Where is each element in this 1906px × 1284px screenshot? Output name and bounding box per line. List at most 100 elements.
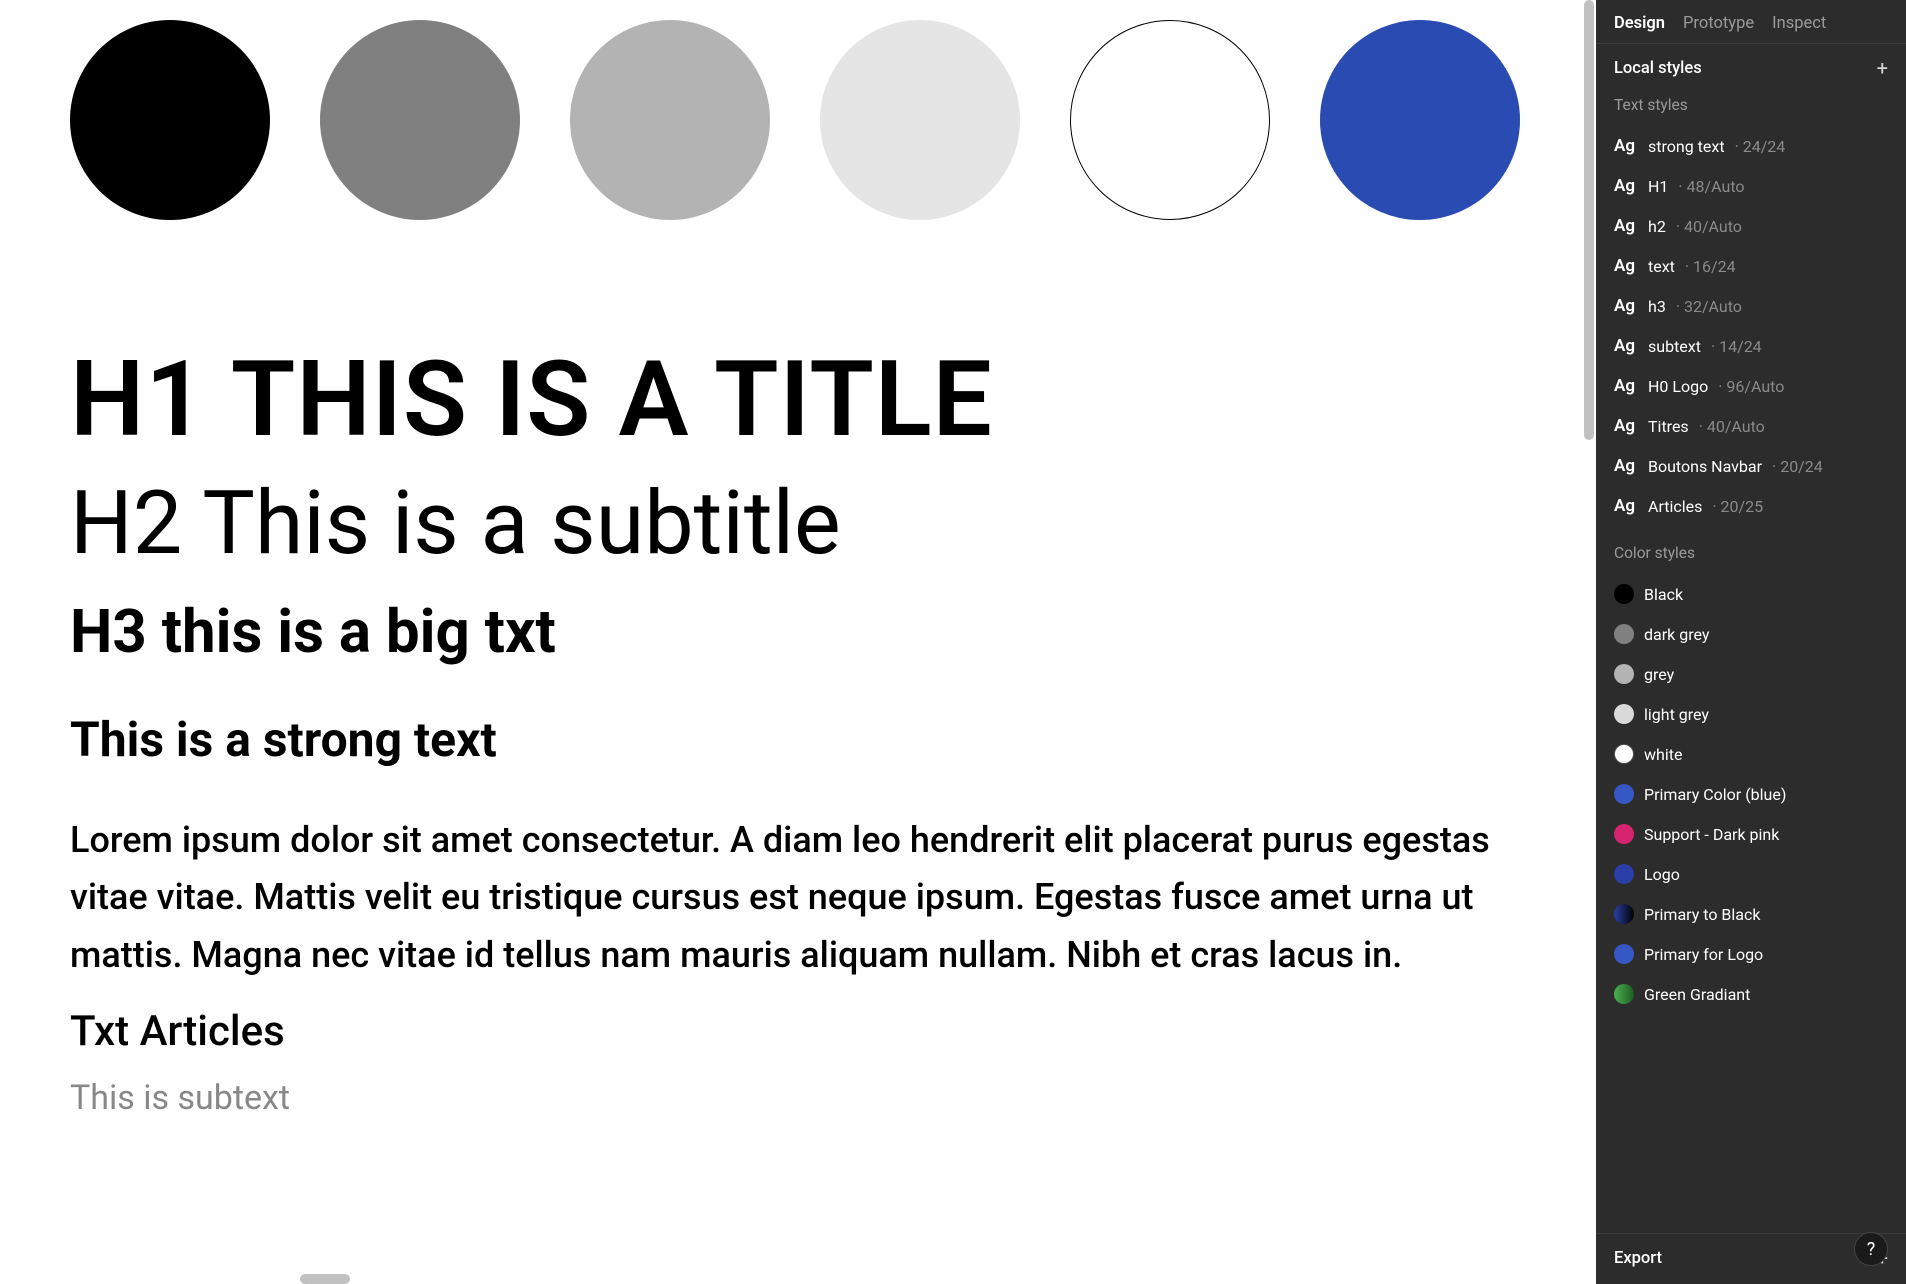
color-style-swatch <box>1614 584 1634 604</box>
text-style-row[interactable]: Ag h2 · 40/Auto <box>1614 206 1888 246</box>
text-style-meta: · 32/Auto <box>1676 297 1742 316</box>
color-style-name: white <box>1644 745 1682 764</box>
text-style-icon: Ag <box>1614 376 1638 396</box>
color-style-name: Black <box>1644 585 1683 604</box>
text-style-name: subtext <box>1648 337 1701 356</box>
text-style-name: h2 <box>1648 217 1666 236</box>
color-swatch-0[interactable] <box>70 20 270 220</box>
text-style-meta: · 24/24 <box>1735 137 1786 156</box>
text-style-meta: · 16/24 <box>1685 257 1736 276</box>
text-style-icon: Ag <box>1614 136 1638 156</box>
text-style-row[interactable]: Ag Boutons Navbar · 20/24 <box>1614 446 1888 486</box>
text-style-name: strong text <box>1648 137 1725 156</box>
text-style-row[interactable]: Ag Titres · 40/Auto <box>1614 406 1888 446</box>
color-style-swatch <box>1614 784 1634 804</box>
text-style-icon: Ag <box>1614 216 1638 236</box>
strong-text-sample[interactable]: This is a strong text <box>70 709 1526 771</box>
color-style-swatch <box>1614 624 1634 644</box>
text-style-row[interactable]: Ag strong text · 24/24 <box>1614 126 1888 166</box>
color-style-swatch <box>1614 944 1634 964</box>
h1-sample[interactable]: H1 THIS IS A TITLE <box>70 340 1526 461</box>
text-style-icon: Ag <box>1614 296 1638 316</box>
body-text-sample[interactable]: Lorem ipsum dolor sit amet consectetur. … <box>70 812 1526 985</box>
text-style-row[interactable]: Ag subtext · 14/24 <box>1614 326 1888 366</box>
color-swatch-4[interactable] <box>1070 20 1270 220</box>
color-style-name: grey <box>1644 665 1674 684</box>
color-style-row[interactable]: Primary for Logo <box>1614 934 1888 974</box>
color-style-row[interactable]: Primary to Black <box>1614 894 1888 934</box>
h3-sample[interactable]: H3 this is a big txt <box>70 594 1526 669</box>
text-style-name: H0 Logo <box>1648 377 1708 396</box>
color-style-name: light grey <box>1644 705 1709 724</box>
articles-sample[interactable]: Txt Articles <box>70 1007 1526 1056</box>
text-style-meta: · 40/Auto <box>1699 417 1765 436</box>
help-button[interactable]: ? <box>1854 1232 1888 1266</box>
color-style-name: Green Gradiant <box>1644 985 1750 1004</box>
text-style-row[interactable]: Agtext · 16/24 <box>1614 246 1888 286</box>
h2-sample[interactable]: H2 This is a subtitle <box>70 471 1526 577</box>
text-style-row[interactable]: Ag H1 · 48/Auto <box>1614 166 1888 206</box>
color-style-name: Primary for Logo <box>1644 945 1763 964</box>
color-style-row[interactable]: Support - Dark pink <box>1614 814 1888 854</box>
canvas-scrollbar-thumb[interactable] <box>1584 0 1594 440</box>
text-style-name: Articles <box>1648 497 1702 516</box>
properties-panel: Design Prototype Inspect Local styles + … <box>1596 0 1906 1284</box>
color-style-swatch <box>1614 864 1634 884</box>
text-style-meta: · 96/Auto <box>1718 377 1784 396</box>
text-style-icon: Ag <box>1614 456 1638 476</box>
color-swatch-row <box>70 20 1526 220</box>
text-style-name: text <box>1648 257 1675 276</box>
color-style-swatch <box>1614 704 1634 724</box>
color-style-swatch <box>1614 824 1634 844</box>
text-style-name: h3 <box>1648 297 1666 316</box>
color-swatch-2[interactable] <box>570 20 770 220</box>
color-style-swatch <box>1614 904 1634 924</box>
color-style-row[interactable]: dark grey <box>1614 614 1888 654</box>
text-style-meta: · 20/25 <box>1712 497 1763 516</box>
text-style-icon: Ag <box>1614 256 1638 276</box>
text-style-icon: Ag <box>1614 336 1638 356</box>
local-styles-section: Local styles + Text styles Ag strong text… <box>1596 43 1906 1233</box>
color-style-name: Primary to Black <box>1644 905 1760 924</box>
text-style-icon: Ag <box>1614 416 1638 436</box>
color-style-name: Primary Color (blue) <box>1644 785 1786 804</box>
color-style-name: Logo <box>1644 865 1680 884</box>
color-swatch-3[interactable] <box>820 20 1020 220</box>
color-style-row[interactable]: Logo <box>1614 854 1888 894</box>
tab-design[interactable]: Design <box>1614 14 1665 33</box>
text-style-row[interactable]: Ag H0 Logo · 96/Auto <box>1614 366 1888 406</box>
color-style-row[interactable]: white <box>1614 734 1888 774</box>
color-style-row[interactable]: Black <box>1614 574 1888 614</box>
text-style-row[interactable]: AgArticles · 20/25 <box>1614 486 1888 526</box>
panel-tabs: Design Prototype Inspect <box>1596 0 1906 43</box>
color-style-row[interactable]: Primary Color (blue) <box>1614 774 1888 814</box>
color-swatch-1[interactable] <box>320 20 520 220</box>
export-title: Export <box>1614 1249 1662 1268</box>
text-style-meta: · 20/24 <box>1772 457 1823 476</box>
canvas-horizontal-scrollbar[interactable] <box>300 1274 350 1284</box>
local-styles-title: Local styles <box>1614 59 1702 78</box>
text-style-icon: Ag <box>1614 176 1638 196</box>
tab-prototype[interactable]: Prototype <box>1683 14 1754 33</box>
text-style-meta: · 48/Auto <box>1678 177 1744 196</box>
color-style-row[interactable]: grey <box>1614 654 1888 694</box>
subtext-sample[interactable]: This is subtext <box>70 1078 1526 1118</box>
color-style-row[interactable]: light grey <box>1614 694 1888 734</box>
color-style-swatch <box>1614 984 1634 1004</box>
text-style-meta: · 40/Auto <box>1676 217 1742 236</box>
text-styles-heading: Text styles <box>1614 96 1888 114</box>
text-style-name: H1 <box>1648 177 1668 196</box>
tab-inspect[interactable]: Inspect <box>1772 14 1826 33</box>
local-styles-header: Local styles + <box>1614 58 1888 78</box>
color-styles-heading: Color styles <box>1614 544 1888 562</box>
color-swatch-5[interactable] <box>1320 20 1520 220</box>
text-style-row[interactable]: Ag h3 · 32/Auto <box>1614 286 1888 326</box>
text-style-meta: · 14/24 <box>1711 337 1762 356</box>
text-style-name: Boutons Navbar <box>1648 457 1762 476</box>
design-canvas[interactable]: H1 THIS IS A TITLE H2 This is a subtitle… <box>0 0 1596 1284</box>
color-style-name: Support - Dark pink <box>1644 825 1779 844</box>
text-style-name: Titres <box>1648 417 1689 436</box>
color-style-row[interactable]: Green Gradiant <box>1614 974 1888 1014</box>
add-style-button[interactable]: + <box>1877 58 1888 78</box>
canvas-scrollbar-track[interactable] <box>1582 0 1596 1284</box>
